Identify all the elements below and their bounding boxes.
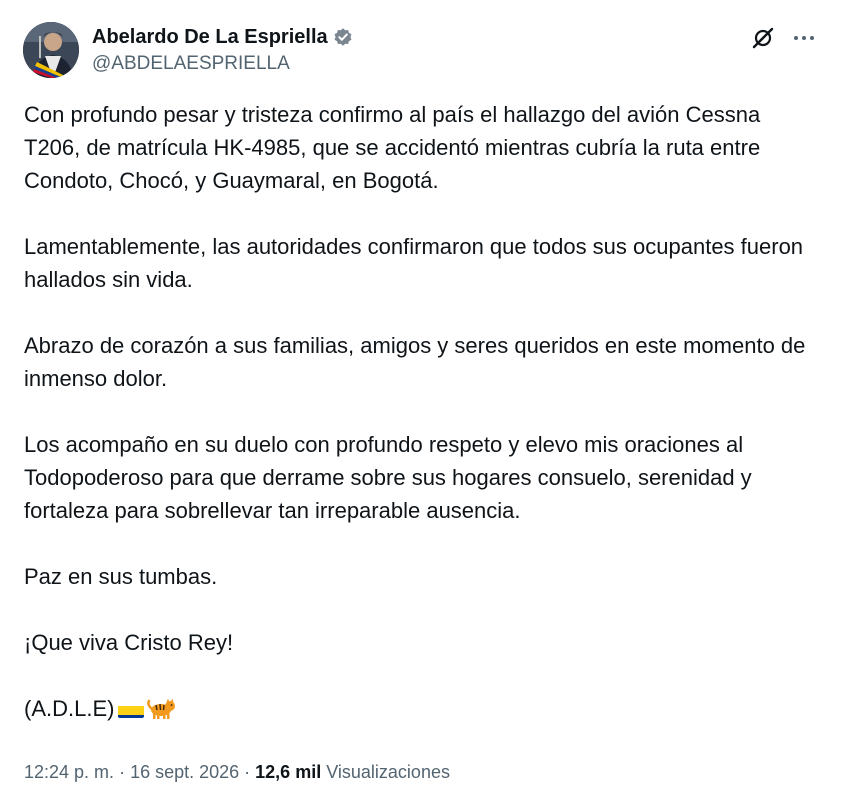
tweet-time[interactable]: 12:24 p. m. (24, 762, 114, 782)
tweet-paragraph: ¡Que viva Cristo Rey! (24, 630, 234, 655)
tweet-card: Abelardo De La Espriella @ABDELAESPRIELL… (0, 0, 841, 800)
tweet-text: Con profundo pesar y tristeza confirmo a… (24, 98, 814, 725)
top-actions (751, 26, 815, 50)
more-options-icon[interactable] (793, 34, 815, 42)
views-count[interactable]: 12,6 mil (255, 762, 321, 782)
meta-separator: · (239, 762, 256, 782)
tweet-signature-line: (A.D.L.E) (24, 692, 814, 725)
tweet-paragraph: Con profundo pesar y tristeza confirmo a… (24, 102, 761, 193)
tweet-date[interactable]: 16 sept. 2026 (130, 762, 239, 782)
author-display-name[interactable]: Abelardo De La Espriella (92, 26, 328, 49)
meta-separator: · (114, 762, 131, 782)
tweet-signature: (A.D.L.E) (24, 696, 115, 721)
grok-icon[interactable] (751, 26, 775, 50)
views-label: Visualizaciones (326, 762, 450, 782)
tweet-paragraph: Los acompaño en su duelo con profundo re… (24, 432, 752, 523)
tweet-meta: 12:24 p. m. · 16 sept. 2026 · 12,6 mil V… (24, 762, 450, 783)
verified-badge-icon[interactable] (332, 26, 354, 48)
tweet-paragraph: Lamentablemente, las autoridades confirm… (24, 234, 804, 292)
tweet-paragraph: Paz en sus tumbas. (24, 564, 218, 589)
colombia-flag-icon (118, 700, 145, 718)
tweet-paragraph: Abrazo de corazón a sus familias, amigos… (24, 333, 806, 391)
tiger-icon (146, 696, 176, 719)
author-block: Abelardo De La Espriella @ABDELAESPRIELL… (92, 24, 354, 75)
author-name-row: Abelardo De La Espriella (92, 24, 354, 50)
author-handle[interactable]: @ABDELAESPRIELLA (92, 53, 354, 75)
avatar[interactable] (23, 22, 79, 78)
